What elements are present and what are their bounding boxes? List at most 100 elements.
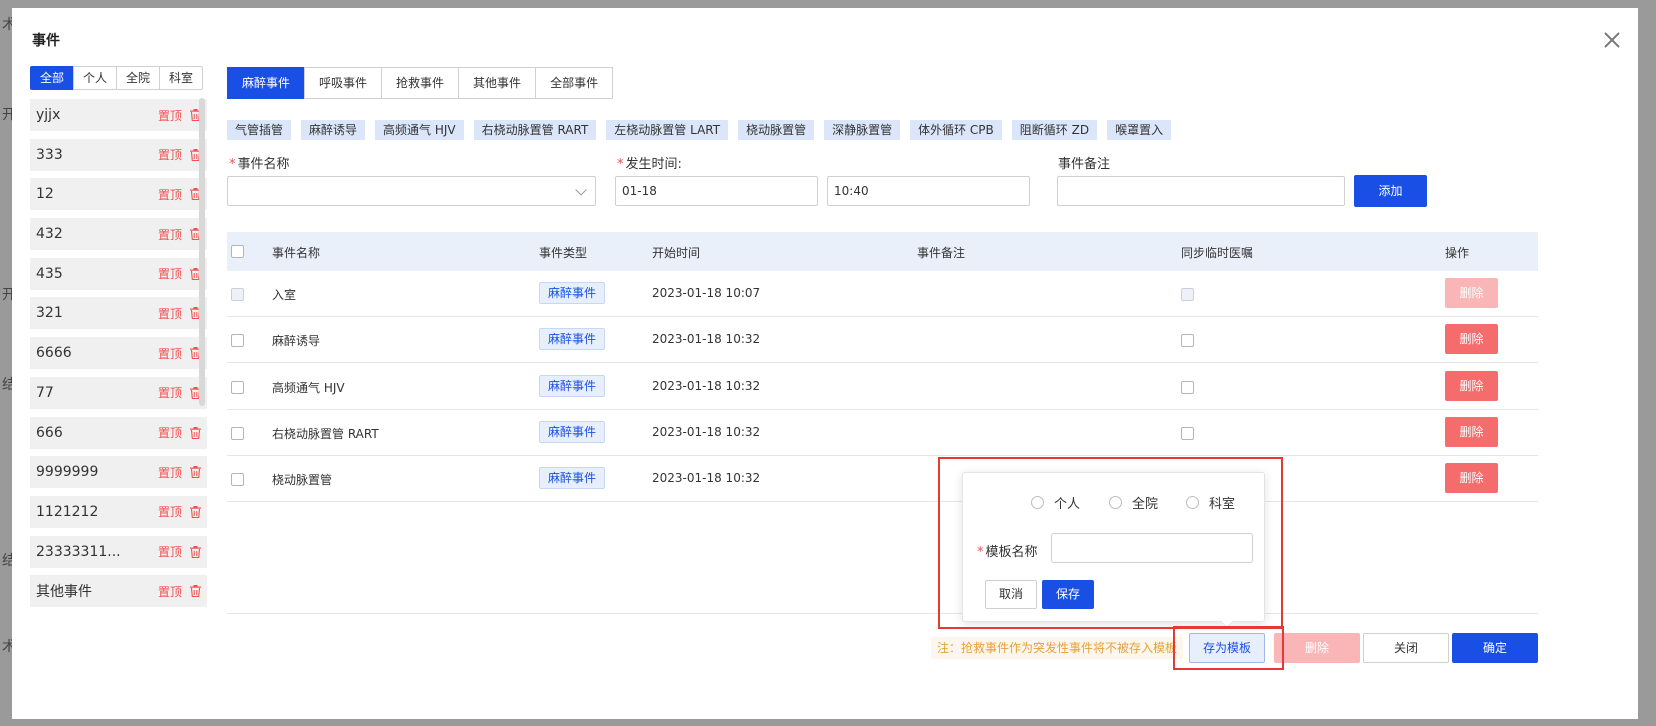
- cell-start-time: 2023-01-18 10:32: [652, 378, 761, 393]
- template-name: 12: [36, 186, 54, 203]
- tab-other-events[interactable]: 其他事件: [458, 67, 537, 99]
- quick-event-chip[interactable]: 阻断循环 ZD: [1011, 120, 1098, 140]
- tab-rescue-events[interactable]: 抢救事件: [381, 67, 460, 99]
- quick-event-chip[interactable]: 气管插管: [227, 120, 292, 140]
- template-item[interactable]: 333 置顶: [30, 138, 207, 171]
- pin-to-top-link[interactable]: 置顶: [158, 146, 182, 163]
- event-note-label: 事件备注: [1058, 157, 1111, 172]
- template-name: 432: [36, 226, 63, 243]
- scope-tab-all[interactable]: 全部: [30, 66, 75, 90]
- time-input[interactable]: 10:40: [827, 176, 1030, 206]
- template-name: 666: [36, 424, 63, 441]
- chevron-down-icon: [575, 184, 587, 196]
- template-name: 23333311...: [36, 543, 121, 560]
- quick-event-chip[interactable]: 体外循环 CPB: [910, 120, 1002, 140]
- close-icon[interactable]: [1600, 28, 1624, 52]
- quick-event-chip[interactable]: 右桡动脉置管 RART: [473, 120, 597, 140]
- header-actions: 操作: [1445, 246, 1470, 260]
- sync-order-checkbox[interactable]: [1181, 426, 1194, 440]
- row-delete-button[interactable]: 删除: [1445, 324, 1498, 355]
- quick-event-chip[interactable]: 深静脉置管: [824, 120, 901, 140]
- template-list-scrollbar[interactable]: [199, 98, 205, 406]
- event-type-tabs: 麻醉事件 呼吸事件 抢救事件 其他事件 全部事件: [227, 67, 614, 99]
- template-item[interactable]: 9999999 置顶: [30, 456, 207, 489]
- template-item[interactable]: 12 置顶: [30, 178, 207, 211]
- row-checkbox[interactable]: [231, 334, 244, 348]
- trash-icon[interactable]: [190, 585, 201, 598]
- template-item[interactable]: 其他事件 置顶: [30, 575, 207, 608]
- template-item[interactable]: 77 置顶: [30, 376, 207, 409]
- add-button[interactable]: 添加: [1354, 175, 1427, 207]
- pin-to-top-link[interactable]: 置顶: [158, 305, 182, 322]
- sync-order-checkbox[interactable]: [1181, 288, 1194, 301]
- template-name: yjjx: [36, 107, 61, 123]
- header-event-note: 事件备注: [917, 246, 966, 260]
- quick-event-chips: 气管插管 麻醉诱导 高频通气 HJV 右桡动脉置管 RART 左桡动脉置管 LART 桡动…: [227, 120, 1181, 140]
- pin-to-top-link[interactable]: 置顶: [158, 186, 182, 203]
- sync-order-checkbox[interactable]: [1181, 380, 1194, 394]
- cell-event-name: 入室: [272, 288, 297, 302]
- quick-event-chip[interactable]: 麻醉诱导: [301, 120, 366, 140]
- pin-to-top-link[interactable]: 置顶: [158, 424, 182, 441]
- delete-button[interactable]: 删除: [1274, 633, 1360, 663]
- row-checkbox[interactable]: [231, 380, 244, 394]
- cell-event-type-tag: 麻醉事件: [539, 467, 606, 490]
- event-name-label: * 事件名称: [229, 157, 290, 172]
- confirm-button[interactable]: 确定: [1452, 633, 1538, 663]
- pin-to-top-link[interactable]: 置顶: [158, 226, 182, 243]
- template-item[interactable]: 435 置顶: [30, 257, 207, 290]
- row-delete-button[interactable]: 删除: [1445, 463, 1498, 494]
- table-row: 右桡动脉置管 RART 麻醉事件 2023-01-18 10:32 删除: [227, 410, 1538, 456]
- quick-event-chip[interactable]: 左桡动脉置管 LART: [606, 120, 729, 140]
- tab-all-events[interactable]: 全部事件: [535, 67, 614, 99]
- trash-icon[interactable]: [190, 545, 201, 558]
- sync-order-checkbox[interactable]: [1181, 334, 1194, 348]
- template-name: 1121212: [36, 503, 99, 520]
- event-note-input[interactable]: [1057, 176, 1345, 206]
- template-name: 其他事件: [36, 584, 92, 601]
- scope-tab-department[interactable]: 科室: [159, 66, 204, 90]
- pin-to-top-link[interactable]: 置顶: [158, 345, 182, 362]
- footer-divider: [227, 613, 1538, 614]
- row-checkbox[interactable]: [231, 473, 244, 487]
- template-item[interactable]: yjjx 置顶: [30, 99, 207, 131]
- trash-icon[interactable]: [190, 466, 201, 479]
- pin-to-top-link[interactable]: 置顶: [158, 543, 182, 560]
- row-delete-button[interactable]: 删除: [1445, 278, 1498, 308]
- trash-icon[interactable]: [190, 505, 201, 518]
- close-button[interactable]: 关闭: [1363, 633, 1449, 663]
- scope-tab-personal[interactable]: 个人: [73, 66, 118, 90]
- template-item[interactable]: 666 置顶: [30, 416, 207, 449]
- scope-tab-hospital[interactable]: 全院: [116, 66, 161, 90]
- pin-to-top-link[interactable]: 置顶: [158, 464, 182, 481]
- cell-event-type-tag: 麻醉事件: [539, 420, 606, 443]
- template-item[interactable]: 321 置顶: [30, 297, 207, 330]
- tab-respiratory-events[interactable]: 呼吸事件: [304, 67, 383, 99]
- cell-event-name: 麻醉诱导: [272, 334, 321, 349]
- pin-to-top-link[interactable]: 置顶: [158, 384, 182, 401]
- pin-to-top-link[interactable]: 置顶: [158, 107, 182, 124]
- event-name-select[interactable]: [227, 176, 596, 206]
- header-event-name: 事件名称: [272, 246, 321, 260]
- row-delete-button[interactable]: 删除: [1445, 416, 1498, 447]
- pin-to-top-link[interactable]: 置顶: [158, 503, 182, 520]
- template-item[interactable]: 432 置顶: [30, 218, 207, 251]
- template-name: 77: [36, 384, 54, 401]
- pin-to-top-link[interactable]: 置顶: [158, 265, 182, 282]
- template-item[interactable]: 6666 置顶: [30, 337, 207, 370]
- template-item[interactable]: 23333311... 置顶: [30, 535, 207, 568]
- quick-event-chip[interactable]: 桡动脉置管: [738, 120, 815, 140]
- select-all-checkbox[interactable]: [231, 245, 244, 258]
- row-checkbox[interactable]: [231, 426, 244, 440]
- pin-to-top-link[interactable]: 置顶: [158, 583, 182, 600]
- row-checkbox[interactable]: [231, 288, 244, 301]
- template-item[interactable]: 1121212 置顶: [30, 495, 207, 528]
- date-input[interactable]: 01-18: [615, 176, 818, 206]
- quick-event-chip[interactable]: 高频通气 HJV: [375, 120, 464, 140]
- cell-event-type-tag: 麻醉事件: [539, 374, 606, 397]
- quick-event-chip[interactable]: 喉罩置入: [1107, 120, 1172, 140]
- trash-icon[interactable]: [190, 426, 201, 439]
- cell-event-type-tag: 麻醉事件: [539, 282, 606, 304]
- row-delete-button[interactable]: 删除: [1445, 370, 1498, 401]
- tab-anesthesia-events[interactable]: 麻醉事件: [227, 67, 306, 99]
